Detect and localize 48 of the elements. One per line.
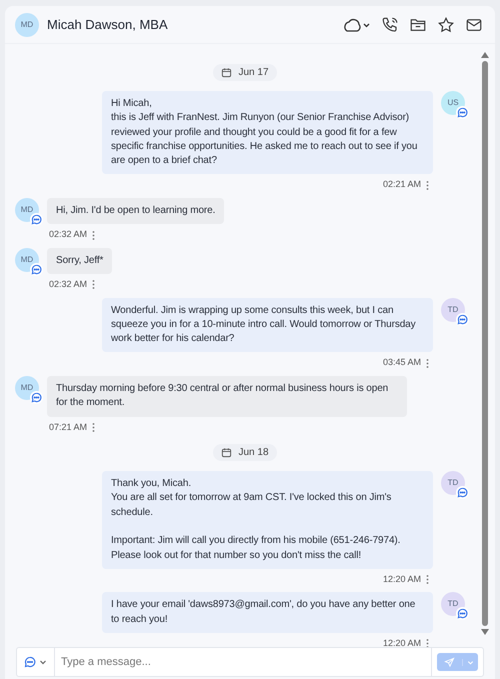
date-label: Jun 18	[238, 446, 269, 460]
chat-badge-icon	[456, 312, 469, 326]
timestamp: 12:20 AM	[382, 572, 421, 586]
timestamp: 02:21 AM	[382, 178, 421, 192]
chat-badge-icon	[30, 212, 43, 226]
timestamp: 07:21 AM	[49, 420, 88, 434]
avatar: TD	[441, 298, 465, 322]
message-bubble: Sorry, Jeff*	[47, 248, 112, 274]
timestamp: 02:32 AM	[49, 278, 88, 292]
phone-icon[interactable]	[381, 16, 399, 34]
more-icon[interactable]	[426, 575, 429, 584]
chat-badge-icon	[456, 486, 469, 500]
avatar: TD	[441, 471, 465, 496]
message-bubble: Thursday morning before 9:30 central or after normal business hours is open for the moment.	[47, 376, 407, 417]
timestamp: 12:20 AM	[382, 636, 421, 650]
caret-icon[interactable]	[39, 658, 47, 666]
avatar: MD	[15, 376, 39, 400]
message-bubble: Wonderful. Jim is wrapping up some consults this week, but I can squeeze you in for a 10-minute intro call. Would tomorrow or Thursday work better for his calendar?	[102, 298, 433, 352]
more-icon[interactable]	[426, 180, 429, 190]
chat-badge-icon	[30, 262, 43, 276]
more-icon[interactable]	[426, 639, 429, 648]
star-icon[interactable]	[437, 16, 455, 34]
avatar: MD	[15, 198, 39, 222]
date-label: Jun 17	[238, 66, 269, 80]
avatar: US	[441, 91, 465, 115]
avatar: MD	[15, 248, 39, 272]
avatar: MD	[15, 12, 39, 36]
timestamp: 03:45 AM	[382, 356, 421, 370]
more-icon[interactable]	[92, 230, 96, 240]
message-bubble: I have your email 'daws8973@gmail.com', do you have any better one to reach you!	[102, 592, 433, 633]
message-bubble: Thank you, Micah. You are all set for tomorrow at 9am CST. I've locked this on Jim's schedule. Important: Jim will call you directly from his mobile (651-246-7974). Please look out for that number so you don't miss the call!	[102, 471, 433, 569]
chat-badge-icon	[456, 106, 469, 119]
avatar: TD	[441, 592, 465, 616]
more-icon[interactable]	[92, 280, 96, 290]
chat-badge-icon	[456, 607, 469, 620]
chat-icon[interactable]	[24, 656, 36, 668]
scroll-up-arrow-icon[interactable]	[481, 52, 489, 58]
timestamp: 02:32 AM	[49, 228, 88, 242]
contact-name: Micah Dawson, MBA	[47, 16, 169, 34]
calendar-icon	[221, 447, 232, 458]
more-icon[interactable]	[92, 422, 96, 432]
chat-badge-icon	[30, 390, 43, 404]
message-input[interactable]: Type a message...	[55, 647, 431, 677]
message-bubble: Hi Micah, this is Jeff with FranNest. Jim Runyon (our Senior Franchise Advisor) reviewed your profile and thought you could be a good fit for a few specific franchise opportunities. He asked me to reach out to see if you are open to a brief chat?	[102, 91, 433, 174]
scroll-down-arrow-icon[interactable]	[481, 629, 489, 635]
message-bubble: Hi, Jim. I'd be open to learning more.	[47, 198, 224, 224]
calendar-icon	[221, 67, 232, 78]
more-icon[interactable]	[426, 358, 429, 368]
